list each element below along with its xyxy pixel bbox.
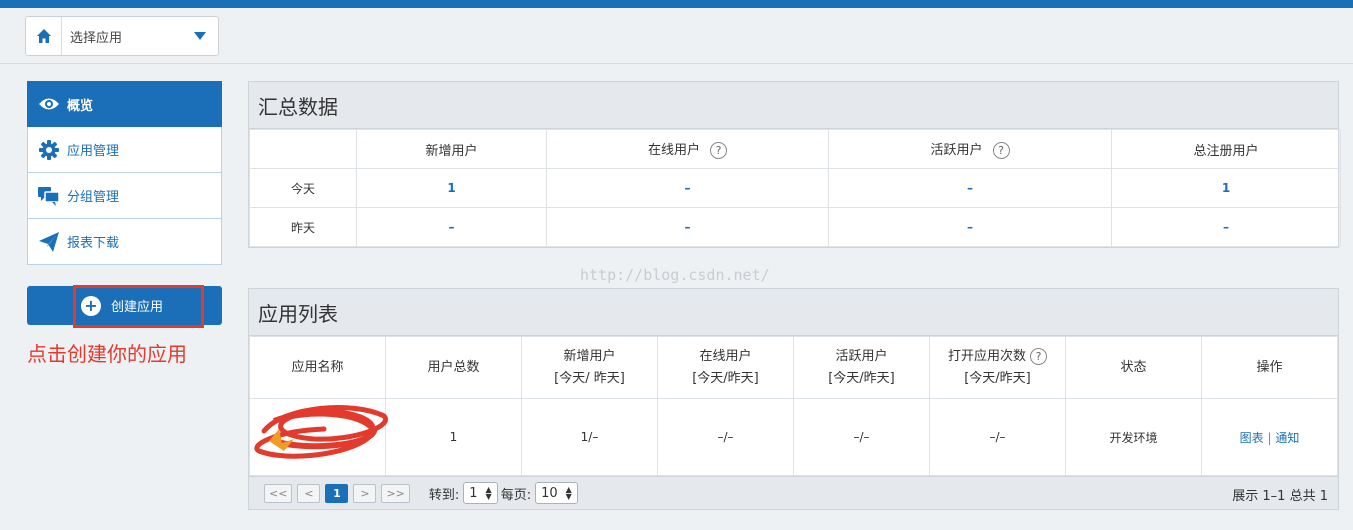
highlight-box [73,285,204,328]
eye-icon [38,93,60,115]
summary-panel: 汇总数据 新增用户 在线用户? 活跃用户? 总注册用户 今天 1 – – 1 昨… [248,81,1341,248]
table-header: 用户总数 [385,336,522,399]
row-label: 昨天 [249,207,357,247]
sidebar-item-label: 概览 [67,98,94,114]
stepper-icon: ▲ ▼ [485,485,492,501]
app-list-title: 应用列表 [249,289,1338,336]
table-header: 应用名称 [249,336,386,399]
summary-table: 新增用户 在线用户? 活跃用户? 总注册用户 今天 1 – – 1 昨天 – –… [249,129,1341,247]
table-header: 活跃用户 [今天/昨天] [793,336,930,399]
table-header: 在线用户? [546,129,829,169]
help-icon[interactable]: ? [992,142,1010,159]
stat-value: – [546,207,829,247]
stat-value: – [1111,207,1341,247]
app-list-panel: 应用列表 应用名称 用户总数 新增用户 [今天/ 昨天] 在线用户 [今天/昨天] … [248,288,1339,510]
chevron-down-icon [194,32,206,40]
table-header-row: 新增用户 在线用户? 活跃用户? 总注册用户 [249,129,1341,169]
goto-label: 转到: [428,487,460,503]
sidebar-item-group-management[interactable]: 分组管理 [27,173,222,219]
table-header: 状态 [1065,336,1202,399]
app-selector[interactable]: 选择应用 [25,16,219,56]
table-header: 活跃用户? [828,129,1112,169]
stat-value: – [356,207,547,247]
chat-icon [38,185,60,207]
stat-value: – [546,168,829,208]
app-name-cell[interactable] [249,398,389,476]
first-page-button[interactable]: << [264,483,293,503]
pagination-bar: << < 1 > >> 转到: 1 ▲ ▼ 每页: 10 ▲ ▼ 展示 1–1 总共 1 [249,476,1338,509]
table-row: 今天 1 – – 1 [249,168,1341,208]
help-icon[interactable]: ? [710,142,727,159]
online-users-cell: –/– [657,398,794,476]
prev-page-button[interactable]: < [297,483,321,503]
app-list-table: 应用名称 用户总数 新增用户 [今天/ 昨天] 在线用户 [今天/昨天] 活跃用户[… [249,336,1338,476]
table-header: 在线用户 [今天/昨天] [657,336,794,399]
status-cell: 开发环境 [1065,398,1202,476]
paper-plane-icon [38,231,60,253]
table-header: 新增用户 [356,129,547,169]
table-row: 昨天 – – – – [249,207,1341,247]
row-label: 今天 [249,168,357,208]
top-bar [0,0,1353,8]
app-opens-cell: –/– [929,398,1066,476]
stat-value: – [828,168,1112,208]
home-button[interactable] [26,17,62,55]
current-page-button[interactable]: 1 [325,483,349,503]
last-page-button[interactable]: >> [381,483,410,503]
per-page-label: 每页: [500,487,532,503]
summary-title: 汇总数据 [249,82,1338,129]
app-selector-label: 选择应用 [70,30,123,46]
pagination-summary: 展示 1–1 总共 1 [1232,489,1328,504]
sidebar-item-app-management[interactable]: 应用管理 [27,127,222,173]
table-header [249,129,357,169]
sidebar-item-overview[interactable]: 概览 [27,81,222,127]
table-header: 新增用户 [今天/ 昨天] [521,336,658,399]
gear-icon [38,139,60,161]
table-row: 1 1/– –/– –/– –/– 开发环境 图表 | 通知 [249,398,1338,476]
home-icon [36,29,51,43]
table-header: 总注册用户 [1111,129,1341,169]
sidebar-item-label: 应用管理 [67,144,120,159]
sidebar-item-label: 分组管理 [67,190,120,205]
next-page-button[interactable]: > [353,483,377,503]
redaction-scribble [254,405,389,459]
annotation-text: 点击创建你的应用 [27,342,187,366]
separator: | [1267,430,1272,445]
stat-value: 1 [356,168,547,208]
table-header-row: 应用名称 用户总数 新增用户 [今天/ 昨天] 在线用户 [今天/昨天] 活跃用户[… [249,336,1338,399]
watermark: http://blog.csdn.net/ [580,266,770,284]
table-header: 打开应用次数? [今天/昨天] [929,336,1066,399]
sidebar-item-report-download[interactable]: 报表下载 [27,219,222,265]
sidebar-item-label: 报表下载 [67,236,120,251]
goto-page-select[interactable]: 1 ▲ ▼ [463,482,498,504]
new-users-cell: 1/– [521,398,658,476]
stat-value: 1 [1111,168,1341,208]
sidebar: 概览 应用管理 分组管理 报表下载 [27,81,222,265]
user-total-cell: 1 [385,398,522,476]
stepper-icon: ▲ ▼ [565,485,572,501]
help-icon[interactable]: ? [1030,347,1047,365]
per-page-select[interactable]: 10 ▲ ▼ [535,482,578,504]
operations-cell: 图表 | 通知 [1201,398,1338,476]
table-header: 操作 [1201,336,1338,399]
chart-link[interactable]: 图表 [1240,431,1264,445]
notify-link[interactable]: 通知 [1275,431,1299,445]
stat-value: – [828,207,1112,247]
active-users-cell: –/– [793,398,930,476]
